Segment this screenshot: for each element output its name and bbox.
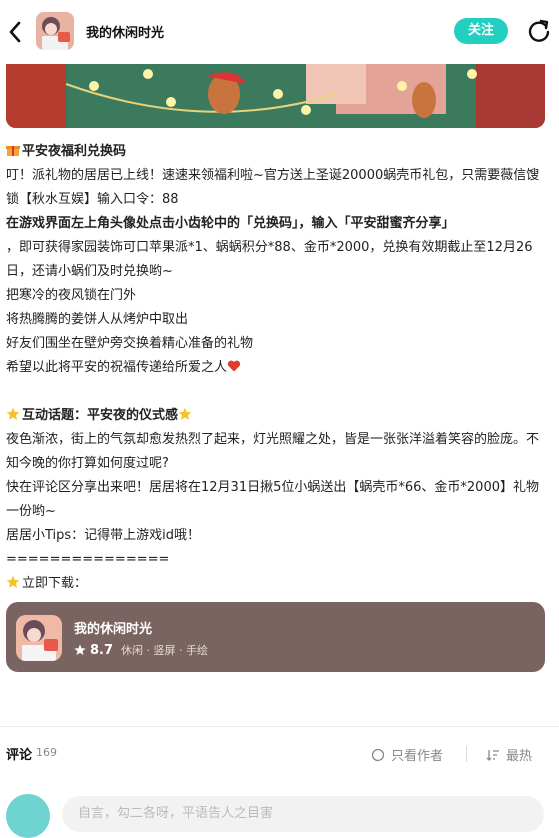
post-line: 在游戏界面左上角头像处点击小齿轮中的「兑换码」，输入「平安甜蜜齐分享」 — [6, 212, 551, 236]
post-line: ，即可获得家园装饰可口苹果派*1、蜗蜗积分*88、金币*2000，兑换有效期截止… — [6, 236, 551, 284]
post-line: 居居小Tips：记得带上游戏id哦！ — [6, 524, 551, 548]
app-name: 我的休闲时光 — [74, 622, 153, 637]
sort-icon — [486, 749, 499, 761]
comment-input[interactable]: 自言，勾二各呀，平语告人之目害 — [62, 796, 544, 832]
star-icon — [74, 644, 86, 655]
chevron-left-icon — [9, 21, 21, 43]
post-line-text: 平安夜福利兑换码 — [22, 144, 127, 159]
post-line-text: =============== — [6, 552, 170, 567]
post-line-text: 夜色渐浓，街上的气氛却愈发热烈了起来，灯光照耀之处，皆是一张张洋溢着笑容的脸庞。… — [6, 432, 540, 471]
comments-title: 评论 — [6, 748, 33, 763]
post-body: 平安夜福利兑换码叮！派礼物的居居已上线！速速来领福利啦~官方送上圣诞20000蜗… — [6, 140, 551, 596]
post-line-text: 互动话题：平安夜的仪式感 — [22, 408, 179, 423]
post-line-text: 好友们围坐在壁炉旁交换着精心准备的礼物 — [6, 336, 254, 351]
post-line-text: 叮！派礼物的居居已上线！速速来领福利啦~官方送上圣诞20000蜗壳币礼包，只需要… — [6, 168, 540, 207]
radio-circle-icon — [371, 748, 385, 761]
post-line-text: 把寒冷的夜风锁在门外 — [6, 288, 137, 303]
back-button[interactable] — [4, 18, 26, 46]
star-icon — [6, 407, 22, 423]
post-line-text: 立即下载： — [22, 576, 88, 591]
post-line: 叮！派礼物的居居已上线！速速来领福利啦~官方送上圣诞20000蜗壳币礼包，只需要… — [6, 164, 551, 212]
top-bar: 我的休闲时光 关注 — [0, 0, 559, 64]
refresh-button[interactable] — [526, 18, 552, 44]
author-only-toggle[interactable]: 只看作者 — [371, 745, 443, 764]
star-icon — [178, 407, 194, 423]
user-avatar[interactable] — [6, 794, 50, 838]
post-line: 夜色渐浓，街上的气氛却愈发热烈了起来，灯光照耀之处，皆是一张张洋溢着笑容的脸庞。… — [6, 428, 551, 476]
post-line — [6, 380, 551, 404]
post-line-text: ，即可获得家园装饰可口苹果派*1、蜗蜗积分*88、金币*2000，兑换有效期截止… — [6, 240, 533, 279]
post-line: 把寒冷的夜风锁在门外 — [6, 284, 551, 308]
post-line-text: 希望以此将平安的祝福传递给所爱之人 — [6, 360, 228, 375]
post-line: 立即下载： — [6, 572, 551, 596]
page-title: 我的休闲时光 — [86, 26, 165, 41]
app-meta: 8.7 休闲 · 竖屏 · 手绘 — [74, 642, 208, 658]
separator — [466, 746, 467, 762]
sort-button[interactable]: 最热 — [486, 745, 532, 764]
post-line: 互动话题：平安夜的仪式感 — [6, 404, 551, 428]
follow-button[interactable]: 关注 — [454, 18, 508, 44]
star-icon — [6, 575, 22, 591]
game-avatar[interactable] — [36, 12, 74, 50]
post-line-text: 居居小Tips：记得带上游戏id哦！ — [6, 528, 201, 543]
post-line: 平安夜福利兑换码 — [6, 140, 551, 164]
post-line-text: 将热腾腾的姜饼人从烤炉中取出 — [6, 312, 189, 327]
comments-count: 169 — [36, 746, 57, 759]
post-line: =============== — [6, 548, 551, 572]
post-line: 希望以此将平安的祝福传递给所爱之人 — [6, 356, 551, 380]
app-icon — [16, 615, 62, 661]
heart-icon — [227, 360, 243, 375]
gift-icon — [6, 144, 22, 159]
post-banner-image — [6, 64, 545, 128]
post-line: 快在评论区分享出来吧！居居将在12月31日揪5位小蜗送出【蜗壳币*66、金币*2… — [6, 476, 551, 524]
sort-label: 最热 — [506, 749, 533, 764]
app-download-card[interactable]: 我的休闲时光 8.7 休闲 · 竖屏 · 手绘 — [6, 602, 545, 672]
post-line-text: 快在评论区分享出来吧！居居将在12月31日揪5位小蜗送出【蜗壳币*66、金币*2… — [6, 480, 539, 519]
refresh-icon — [528, 19, 550, 42]
divider — [0, 726, 559, 727]
post-line: 将热腾腾的姜饼人从烤炉中取出 — [6, 308, 551, 332]
app-rating: 8.7 — [90, 642, 114, 658]
post-line-text: 在游戏界面左上角头像处点击小齿轮中的「兑换码」，输入「平安甜蜜齐分享」 — [6, 216, 455, 231]
post-line: 好友们围坐在壁炉旁交换着精心准备的礼物 — [6, 332, 551, 356]
comments-toolbar: 评论 169 只看作者 最热 — [0, 740, 559, 768]
author-only-label: 只看作者 — [391, 749, 444, 764]
app-tags: 休闲 · 竖屏 · 手绘 — [121, 644, 209, 657]
